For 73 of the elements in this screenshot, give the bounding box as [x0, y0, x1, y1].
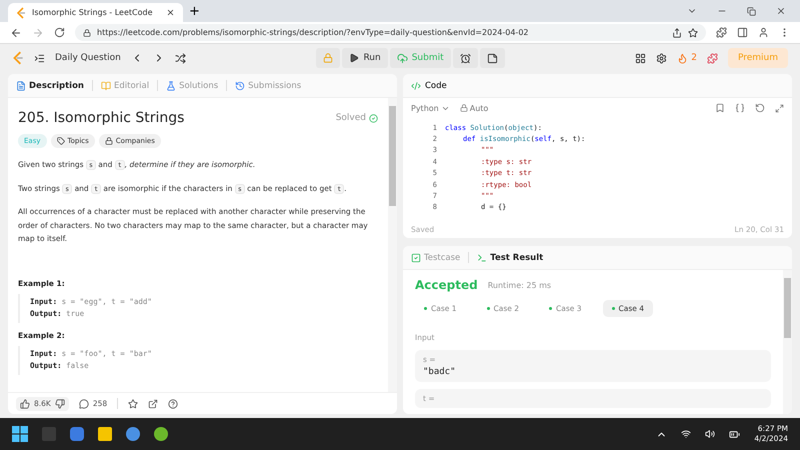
tag-icon	[56, 137, 65, 145]
note-icon	[486, 52, 498, 64]
runtime-text: Runtime: 25 ms	[488, 280, 552, 290]
reset-icon[interactable]	[755, 103, 765, 113]
help-icon[interactable]	[168, 398, 178, 408]
panel-tab[interactable]: Description	[16, 80, 84, 90]
close-icon[interactable]	[166, 8, 175, 17]
lock-icon	[104, 137, 113, 145]
lock-icon	[323, 53, 334, 63]
browser-icon[interactable]	[126, 427, 140, 441]
history-icon	[235, 80, 246, 90]
star-icon[interactable]	[128, 398, 138, 408]
browser-tab[interactable]: Isomorphic Strings - LeetCode	[8, 3, 183, 22]
windows-start-icon[interactable]	[12, 426, 28, 442]
panel-title: Code	[425, 80, 447, 90]
grid-icon[interactable]	[635, 52, 646, 64]
profile-icon[interactable]	[758, 27, 769, 38]
leetcode-logo-icon	[16, 6, 26, 18]
wifi-icon[interactable]	[681, 429, 692, 439]
alarm-clock-icon	[460, 52, 471, 64]
flask-icon	[166, 80, 176, 90]
bookmark-icon[interactable]	[715, 103, 725, 113]
panel-tab[interactable]: Test Result	[477, 252, 544, 262]
app-icon[interactable]	[154, 427, 168, 441]
tab-title: Isomorphic Strings - LeetCode	[32, 8, 153, 17]
auto-mode-label: Auto	[470, 104, 488, 112]
battery-icon[interactable]	[729, 428, 740, 440]
star-icon[interactable]	[688, 28, 698, 38]
scrollbar[interactable]	[388, 98, 397, 392]
url-text: https://leetcode.com/problems/isomorphic-strings/description/?envType=daily-question&envId=2024-04-02	[97, 28, 528, 37]
lock-icon	[460, 104, 468, 112]
share-icon[interactable]	[672, 28, 682, 38]
comment-icon[interactable]	[78, 398, 89, 408]
problem-title: 205. Isomorphic Strings	[18, 110, 184, 126]
solved-status: Solved	[336, 113, 366, 123]
verdict-text: Accepted	[415, 278, 478, 292]
list-icon[interactable]	[34, 52, 45, 64]
shuffle-icon[interactable]	[174, 52, 186, 64]
terminal-icon	[477, 252, 488, 262]
reload-icon[interactable]	[54, 27, 65, 38]
restore-icon[interactable]	[747, 6, 756, 16]
daily-question-link[interactable]: Daily Question	[55, 53, 121, 63]
check-circle-icon	[369, 114, 378, 122]
new-tab-button[interactable]: +	[189, 4, 200, 18]
close-icon[interactable]	[776, 6, 786, 16]
variable-value: "badc"	[423, 367, 457, 377]
side-panel-icon[interactable]	[737, 27, 748, 38]
braces-icon[interactable]	[735, 103, 745, 113]
timer-button[interactable]	[452, 48, 478, 68]
book-icon	[100, 80, 111, 90]
settings-icon[interactable]	[656, 52, 668, 64]
back-icon[interactable]	[10, 26, 22, 38]
lock-icon	[83, 28, 91, 36]
thumbs-up-icon	[20, 398, 30, 408]
checkbox-icon	[411, 252, 421, 262]
flame-icon	[677, 52, 688, 64]
thumbs-down-icon	[54, 398, 65, 408]
language-dropdown[interactable]: Python	[411, 104, 450, 112]
notes-button[interactable]	[480, 48, 505, 68]
app-icon[interactable]	[70, 427, 84, 441]
speaker-icon[interactable]	[705, 429, 716, 439]
document-icon	[16, 80, 26, 90]
play-icon	[349, 53, 360, 63]
share-icon[interactable]	[148, 398, 158, 408]
scrollbar[interactable]	[783, 270, 792, 414]
address-bar[interactable]: https://leetcode.com/problems/isomorphic-strings/description/?envType=daily-question&envId=2024-04-02	[75, 24, 706, 41]
expand-icon[interactable]	[775, 104, 784, 112]
cloud-upload-icon	[396, 52, 408, 64]
code-icon	[411, 80, 421, 90]
puzzle-icon[interactable]	[706, 52, 718, 64]
streak-count: 2	[691, 53, 697, 63]
run-button[interactable]: Run	[342, 48, 388, 68]
extensions-icon[interactable]	[716, 27, 727, 38]
